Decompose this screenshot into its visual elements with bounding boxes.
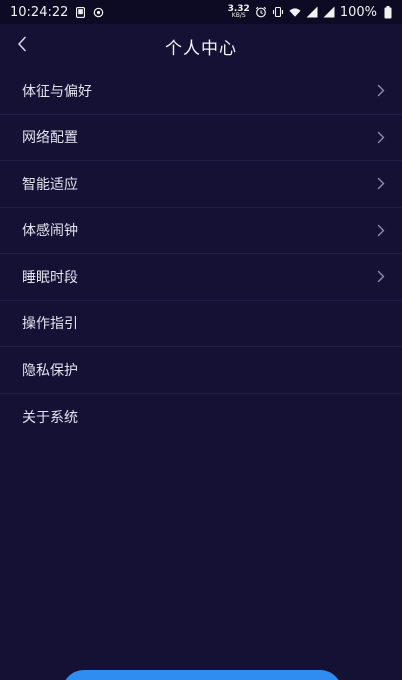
settings-notification-icon <box>92 6 104 18</box>
network-speed-unit: KB/S <box>231 12 246 19</box>
network-speed: 3.32 KB/S <box>228 5 250 19</box>
menu-item-label: 智能适应 <box>22 176 78 193</box>
menu-item-label: 操作指引 <box>22 316 78 333</box>
vibrate-icon <box>272 6 284 18</box>
phone-notification-icon <box>74 6 86 18</box>
status-bar: 10:24:22 3.32 KB/S 100% <box>0 0 402 24</box>
menu-item-about-system[interactable]: 关于系统 <box>0 394 402 441</box>
menu-item-smart-adapt[interactable]: 智能适应 <box>0 161 402 208</box>
status-right: 3.32 KB/S 100% <box>228 5 394 20</box>
chevron-right-icon <box>374 130 388 144</box>
bottom-action-button[interactable] <box>62 670 342 680</box>
status-left: 10:24:22 <box>10 5 104 20</box>
menu-item-label: 关于系统 <box>22 409 78 426</box>
battery-percent: 100% <box>339 4 377 20</box>
chevron-right-icon <box>374 270 388 284</box>
page-title: 个人中心 <box>165 38 237 59</box>
battery-icon <box>382 5 394 18</box>
menu-item-label: 隐私保护 <box>22 362 78 379</box>
signal-strength-2-icon <box>323 6 335 18</box>
menu-item-label: 体感闹钟 <box>22 223 78 240</box>
back-button[interactable] <box>8 32 36 60</box>
menu-item-operation-guide[interactable]: 操作指引 <box>0 301 402 347</box>
menu-item-network-config[interactable]: 网络配置 <box>0 115 402 161</box>
wifi-icon <box>289 6 301 18</box>
menu-item-label: 体征与偏好 <box>22 83 92 100</box>
personal-center-screen: 10:24:22 3.32 KB/S 100% 个人中心 体征与偏好 网络配置 … <box>0 0 402 680</box>
settings-menu: 体征与偏好 网络配置 智能适应 体感闹钟 睡眠时段 操作指引 隐私保护 关于系统 <box>0 68 402 440</box>
menu-item-sleep-period[interactable]: 睡眠时段 <box>0 254 402 301</box>
menu-item-privacy[interactable]: 隐私保护 <box>0 347 402 394</box>
chevron-left-icon <box>17 36 27 56</box>
app-header: 个人中心 <box>0 24 402 68</box>
menu-item-sensory-alarm[interactable]: 体感闹钟 <box>0 208 402 254</box>
chevron-right-icon <box>374 84 388 98</box>
alarm-clock-icon <box>255 6 267 18</box>
status-time: 10:24:22 <box>10 4 69 20</box>
chevron-right-icon <box>374 177 388 191</box>
menu-item-label: 睡眠时段 <box>22 269 78 286</box>
menu-item-label: 网络配置 <box>22 130 78 147</box>
chevron-right-icon <box>374 223 388 237</box>
signal-strength-icon <box>306 6 318 18</box>
menu-item-body-preferences[interactable]: 体征与偏好 <box>0 68 402 115</box>
